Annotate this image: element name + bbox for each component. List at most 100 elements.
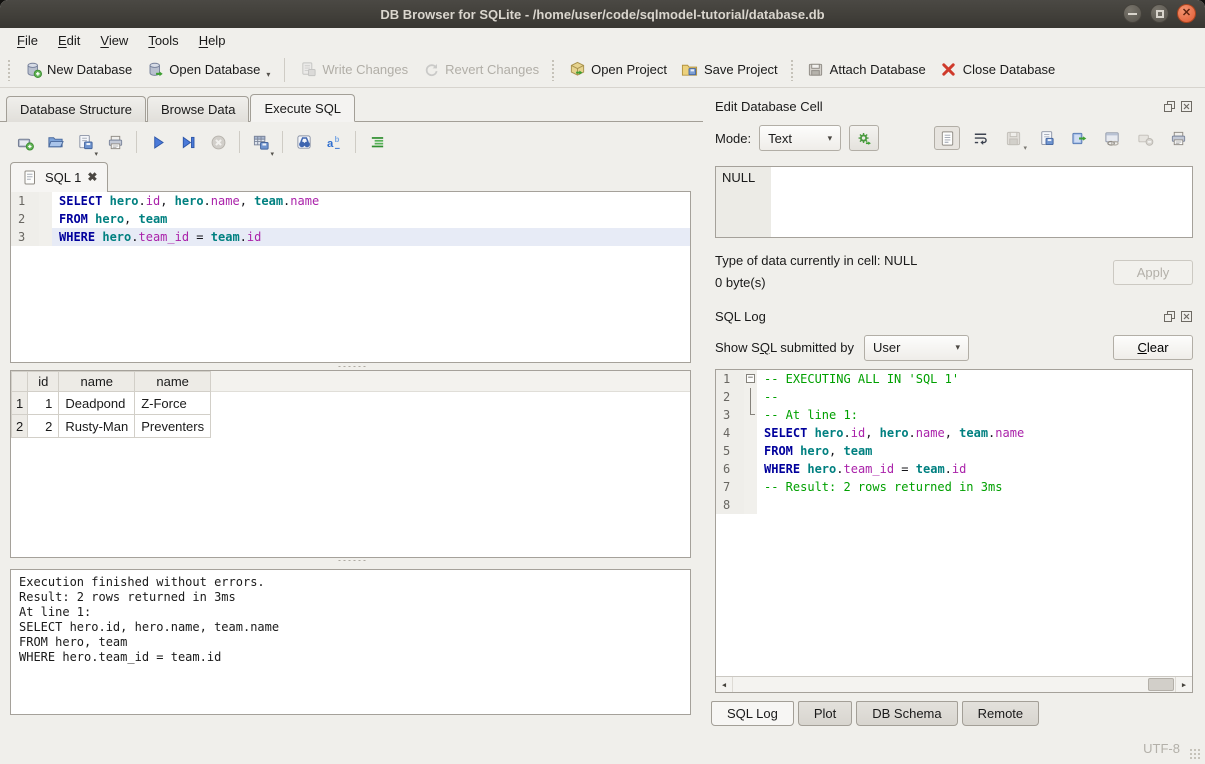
grid-cell[interactable]: Preventers (135, 415, 211, 438)
text-mode-button[interactable] (934, 126, 960, 150)
column-header-id-0[interactable]: id (28, 372, 59, 392)
menu-help[interactable]: Help (190, 30, 235, 51)
grid-corner-cell[interactable] (12, 372, 28, 392)
import-data-button[interactable] (1033, 126, 1059, 150)
grid-cell[interactable]: 1 (28, 392, 59, 415)
word-wrap-button[interactable] (967, 126, 993, 150)
window-title: DB Browser for SQLite - /home/user/code/… (380, 7, 824, 22)
scrollbar-thumb[interactable] (1148, 678, 1174, 691)
new-sql-tab-button[interactable] (12, 129, 38, 155)
submitter-combobox[interactable]: User ▾ (864, 335, 969, 361)
execute-current-line-button[interactable] (175, 129, 201, 155)
dock-tab-plot[interactable]: Plot (798, 701, 852, 726)
line-number: 2 (716, 388, 744, 406)
write-changes-button: Write Changes (292, 56, 415, 84)
print-cell-button[interactable] (1165, 126, 1191, 150)
fold-collapse-icon[interactable]: − (746, 374, 755, 383)
dropdown-caret-icon[interactable]: ▾ (266, 70, 270, 79)
save-sql-file-icon (76, 133, 94, 151)
menu-edit[interactable]: Edit (49, 30, 89, 51)
sql-file-tab-bar: SQL 1 ✖ (0, 160, 703, 191)
db-open-icon (146, 61, 164, 79)
menu-tools[interactable]: Tools (139, 30, 187, 51)
undock-icon[interactable] (1163, 100, 1176, 113)
scroll-left-icon[interactable]: ◀ (716, 677, 732, 692)
tab-execute-sql[interactable]: Execute SQL (250, 94, 355, 122)
word-wrap-icon (971, 129, 989, 147)
scroll-right-icon[interactable]: ▶ (1176, 677, 1192, 692)
save-project-button[interactable]: Save Project (674, 56, 785, 84)
stop-execution-icon (209, 133, 227, 151)
dropdown-caret-icon: ▾ (1023, 144, 1027, 152)
close-database-button[interactable]: Close Database (933, 56, 1063, 84)
clear-button[interactable]: Clear (1113, 335, 1193, 360)
close-sql-tab-icon[interactable]: ✖ (87, 171, 97, 183)
grid-cell[interactable]: Z-Force (135, 392, 211, 415)
format-sql-button[interactable] (364, 129, 390, 155)
row-header[interactable]: 2 (12, 415, 28, 438)
grid-cell[interactable]: Rusty-Man (59, 415, 135, 438)
splitter-results-message[interactable] (0, 558, 703, 563)
execute-all-button[interactable] (145, 129, 171, 155)
dropdown-caret-icon[interactable]: ▾ (270, 150, 274, 158)
column-header-name-1[interactable]: name (59, 372, 135, 392)
export-results-button[interactable]: ▾ (248, 129, 274, 155)
word-highlight-button[interactable]: ab (321, 129, 347, 155)
execute-line-icon (179, 133, 197, 151)
save-sql-file-button[interactable]: ▾ (72, 129, 98, 155)
open-database-button[interactable]: Open Database▾ (139, 55, 277, 84)
save-project-label: Save Project (704, 62, 778, 77)
dock-tab-db-schema[interactable]: DB Schema (856, 701, 957, 726)
find-button[interactable] (291, 129, 317, 155)
maximize-button[interactable] (1150, 4, 1169, 23)
new-database-button[interactable]: New Database (17, 56, 139, 84)
grid-cell[interactable]: 2 (28, 415, 59, 438)
open-sql-file-button[interactable] (42, 129, 68, 155)
splitter-editor-results[interactable] (0, 363, 703, 370)
cell-value-editor[interactable]: NULL (715, 166, 1193, 238)
chevron-down-icon: ▾ (828, 133, 833, 144)
menu-view[interactable]: View (91, 30, 137, 51)
column-header-name-2[interactable]: name (135, 372, 211, 392)
row-header[interactable]: 1 (12, 392, 28, 415)
code-text: -- (757, 388, 1192, 406)
dock-tab-sql-log[interactable]: SQL Log (711, 701, 794, 726)
tab-browse-data[interactable]: Browse Data (147, 96, 249, 122)
attach-database-button[interactable]: Attach Database (800, 56, 933, 84)
sql-log-view[interactable]: 1−-- EXECUTING ALL IN 'SQL 1'2--3-- At l… (715, 369, 1193, 693)
close-db-icon (940, 61, 958, 79)
dock-tab-remote[interactable]: Remote (962, 701, 1040, 726)
db-new-icon (24, 61, 42, 79)
sql-editor[interactable]: 1SELECT hero.id, hero.name, team.name2FR… (10, 191, 691, 363)
auto-apply-button[interactable] (849, 125, 879, 151)
code-line-6: 6WHERE hero.team_id = team.id (716, 460, 1192, 478)
undock-icon[interactable] (1163, 310, 1176, 323)
menu-file[interactable]: File (8, 30, 47, 51)
dropdown-caret-icon[interactable]: ▾ (94, 150, 98, 158)
cell-edit-area[interactable] (771, 167, 1192, 237)
open-project-button[interactable]: Open Project (561, 56, 674, 84)
statusbar: UTF-8 (0, 733, 1205, 764)
tab-database-structure[interactable]: Database Structure (6, 96, 146, 122)
chevron-down-icon: ▾ (955, 342, 960, 353)
fold-margin (744, 478, 757, 496)
minimize-button[interactable] (1123, 4, 1142, 23)
close-button[interactable]: ✕ (1177, 4, 1196, 23)
table-row: 11DeadpondZ-Force (12, 392, 211, 415)
resize-grip[interactable] (1189, 748, 1202, 761)
print-sql-button[interactable] (102, 129, 128, 155)
grid-cell[interactable]: Deadpond (59, 392, 135, 415)
scrollbar-track[interactable] (732, 677, 1176, 692)
mode-combobox[interactable]: Text ▾ (759, 125, 841, 151)
close-panel-icon[interactable] (1180, 100, 1193, 113)
tab-sql-1[interactable]: SQL 1 ✖ (10, 162, 108, 192)
sql-log-title: SQL Log (715, 309, 766, 324)
close-panel-icon[interactable] (1180, 310, 1193, 323)
results-grid[interactable]: idnamename11DeadpondZ-Force22Rusty-ManPr… (10, 370, 691, 558)
horizontal-scrollbar[interactable]: ◀ ▶ (716, 676, 1192, 692)
encoding-indicator[interactable]: UTF-8 (1143, 741, 1180, 756)
open-external-button[interactable] (1099, 126, 1125, 150)
set-null-button (1132, 126, 1158, 150)
export-data-button[interactable] (1066, 126, 1092, 150)
line-number: 8 (716, 496, 744, 514)
